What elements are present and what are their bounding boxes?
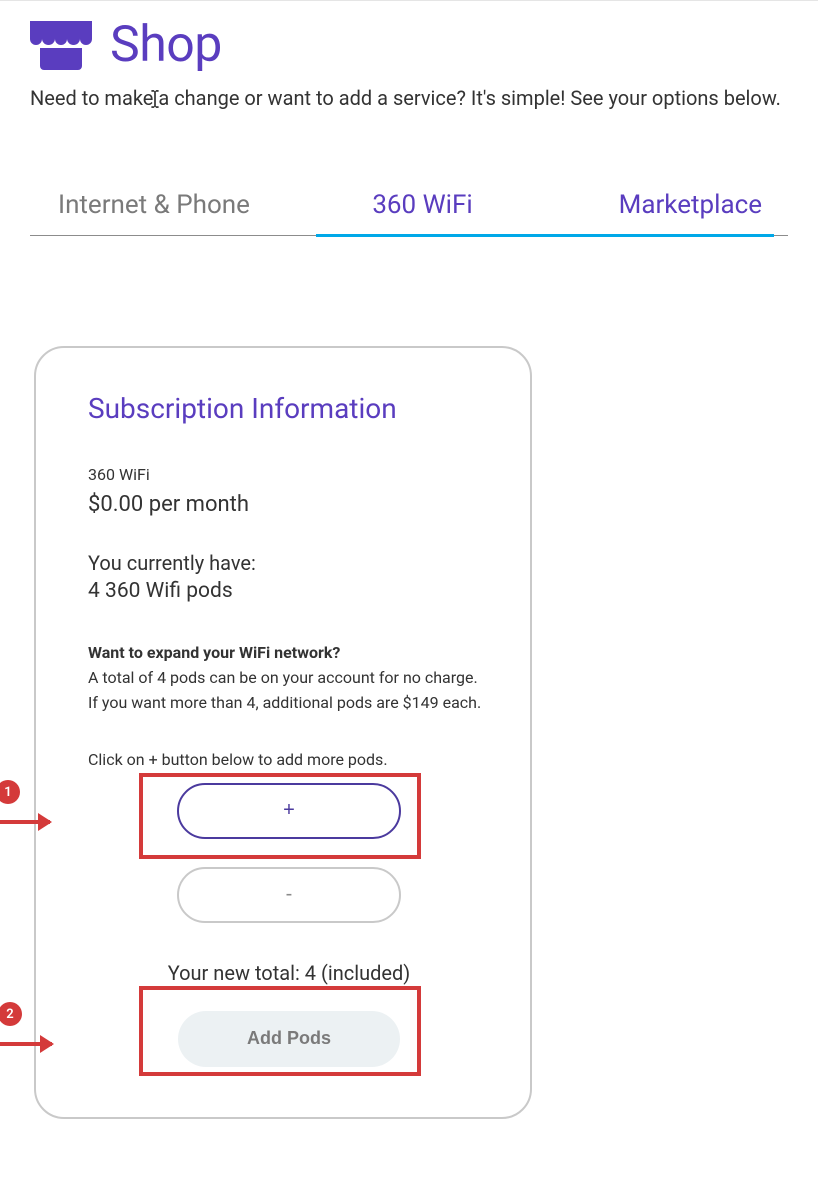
annotation-badge-2: 2 — [0, 1002, 22, 1026]
annotation-step-1: 1 — [0, 780, 50, 824]
increment-button[interactable]: + — [177, 783, 401, 839]
add-pods-instruction: Click on + button below to add more pods… — [88, 750, 490, 769]
expand-network-title: Want to expand your WiFi network? — [88, 643, 490, 662]
new-total-line: Your new total: 4 (included) — [88, 961, 490, 985]
tab-360-wifi[interactable]: 360 WiFi — [316, 190, 529, 237]
tab-internet-phone[interactable]: Internet & Phone — [30, 190, 316, 235]
expand-network-desc: A total of 4 pods can be on your account… — [88, 666, 490, 716]
page-title: Shop — [110, 16, 222, 74]
current-pods-label: You currently have: — [88, 551, 490, 575]
tabs: Internet & Phone 360 WiFi Marketplace — [30, 190, 788, 236]
annotation-step-2: 2 — [0, 1002, 52, 1046]
subscription-card: Subscription Information 360 WiFi $0.00 … — [34, 346, 532, 1119]
product-name: 360 WiFi — [88, 465, 490, 484]
annotation-arrow-icon — [0, 1042, 52, 1046]
current-pods-count: 4 360 Wifi pods — [88, 579, 490, 603]
card-title: Subscription Information — [88, 392, 490, 425]
page-subtitle: Need to make a change or want to add a s… — [30, 86, 788, 110]
decrement-button[interactable]: - — [177, 867, 401, 923]
add-pods-button[interactable]: Add Pods — [178, 1011, 400, 1067]
annotation-arrow-icon — [0, 820, 50, 824]
tab-marketplace[interactable]: Marketplace — [529, 190, 774, 237]
annotation-badge-1: 1 — [0, 780, 20, 804]
shop-icon — [30, 21, 92, 69]
price-line: $0.00 per month — [88, 492, 490, 517]
